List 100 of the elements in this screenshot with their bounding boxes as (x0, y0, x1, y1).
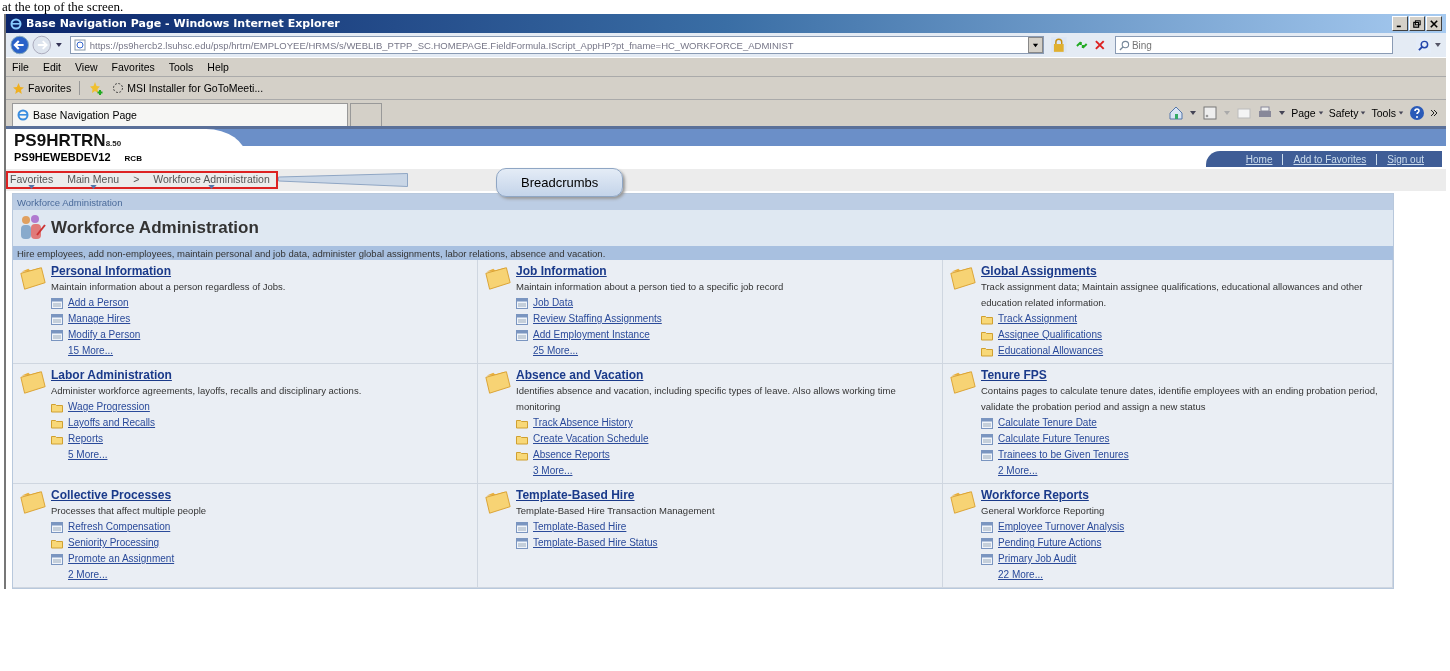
menu-link[interactable]: Layoffs and Recalls (68, 415, 156, 431)
close-icon (1430, 19, 1438, 28)
app-name: PS9HRTRN (14, 131, 106, 151)
page-icon (981, 417, 993, 429)
menu-link[interactable]: Modify a Person (68, 327, 141, 343)
search-input[interactable]: Bing (1129, 38, 1384, 52)
menu-link[interactable]: Calculate Tenure Date (998, 415, 1097, 431)
page-icon (51, 329, 63, 341)
more-link[interactable]: 22 More... (998, 567, 1125, 583)
menu-link[interactable]: Calculate Future Tenures (998, 431, 1110, 447)
caret-icon[interactable] (1189, 109, 1198, 117)
more-link[interactable]: 2 More... (68, 567, 207, 583)
section-description: Administer workforce agreements, layoffs, recalls and disciplinary actions. (51, 384, 362, 398)
menu-link[interactable]: Educational Allowances (998, 343, 1104, 359)
header-link[interactable]: Home (1235, 153, 1283, 165)
menu-link[interactable]: Add Employment Instance (533, 327, 650, 343)
section-description: Processes that affect multiple people (51, 504, 207, 518)
help-icon[interactable] (1409, 105, 1425, 121)
bookmark-link[interactable]: MSI Installer for GoToMeeti... (112, 82, 264, 94)
section-title-link[interactable]: Job Information (516, 264, 784, 279)
chevron-icon[interactable] (1430, 109, 1438, 117)
page-icon (516, 521, 528, 533)
menu-link[interactable]: Trainees to be Given Tenures (998, 447, 1129, 463)
breadcrumb-link[interactable]: Favorites (10, 174, 54, 189)
menu-link[interactable]: Review Staffing Assignments (533, 311, 662, 327)
search-button[interactable] (1415, 37, 1432, 53)
caret-icon[interactable] (1278, 109, 1287, 117)
header-link[interactable]: Sign out (1376, 153, 1434, 165)
browser-logo-icon (17, 109, 29, 121)
more-link[interactable]: 5 More... (68, 447, 362, 463)
menu-link[interactable]: Create Vacation Schedule (533, 431, 649, 447)
menu-link[interactable]: Manage Hires (68, 311, 131, 327)
restore-button[interactable] (1409, 16, 1425, 31)
page-icon (516, 313, 528, 325)
caret-icon (1032, 41, 1040, 49)
menu-link[interactable]: Template-Based Hire Status (533, 535, 658, 551)
command-menu[interactable]: Tools (1371, 107, 1404, 119)
document-caption: at the top of the screen. (1, 0, 125, 14)
close-button[interactable] (1426, 16, 1442, 31)
restore-icon (1413, 19, 1421, 28)
menu-item[interactable]: Edit (42, 61, 61, 73)
menu-link[interactable]: Primary Job Audit (998, 551, 1077, 567)
folder-icon (19, 264, 47, 292)
favorites-button[interactable]: Favorites (12, 81, 72, 95)
section-description: Template-Based Hire Transaction Management (516, 504, 715, 518)
section-title-link[interactable]: Labor Administration (51, 368, 362, 383)
menu-link[interactable]: Pending Future Actions (998, 535, 1102, 551)
header-link[interactable]: Add to Favorites (1282, 153, 1377, 165)
folder-icon (981, 345, 993, 357)
menu-item[interactable]: File (12, 61, 29, 73)
search-field[interactable]: Bing (1114, 36, 1393, 54)
caret-icon[interactable] (1434, 41, 1443, 49)
section-title-link[interactable]: Template-Based Hire (516, 488, 715, 503)
more-link[interactable]: 3 More... (533, 463, 936, 479)
menu-link[interactable]: Refresh Compensation (68, 519, 171, 535)
menu-link[interactable]: Reports (68, 431, 103, 447)
menu-item[interactable]: Help (207, 61, 229, 73)
command-menu[interactable]: Page (1291, 107, 1324, 119)
page-icon (516, 537, 528, 549)
section-title-link[interactable]: Collective Processes (51, 488, 207, 503)
dropdown-button[interactable] (1028, 37, 1044, 53)
folder-icon (516, 433, 528, 445)
section-title-link[interactable]: Personal Information (51, 264, 286, 279)
menu-item[interactable]: Favorites (111, 61, 155, 73)
window-title: Base Navigation Page - Windows Internet Explorer (26, 17, 340, 30)
menu-link[interactable]: Assignee Qualifications (998, 327, 1102, 343)
menu-link[interactable]: Promote an Assignment (68, 551, 175, 567)
section-title-link[interactable]: Global Assignments (981, 264, 1386, 279)
folder-icon (949, 368, 977, 396)
section-title-link[interactable]: Tenure FPS (981, 368, 1386, 383)
menu-link[interactable]: Seniority Processing (68, 535, 160, 551)
command-menu[interactable]: Safety (1328, 107, 1367, 119)
more-link[interactable]: 25 More... (533, 343, 784, 359)
folder-icon (484, 488, 512, 516)
page-icon (51, 297, 63, 309)
breadcrumb-link[interactable]: Main Menu (67, 174, 120, 189)
menu-link[interactable]: Employee Turnover Analysis (998, 519, 1125, 535)
menu-item[interactable]: View (75, 61, 98, 73)
menu-link[interactable]: Template-Based Hire (533, 519, 627, 535)
section-title-link[interactable]: Absence and Vacation (516, 368, 936, 383)
menu-item[interactable]: Tools (168, 61, 194, 73)
browser-tab[interactable]: Base Navigation Page (12, 103, 348, 126)
folder-icon (949, 488, 977, 516)
minimize-button[interactable] (1392, 16, 1408, 31)
menu-link[interactable]: Add a Person (68, 295, 129, 311)
caret-icon[interactable] (54, 41, 63, 49)
menu-link[interactable]: Absence Reports (533, 447, 610, 463)
menu-link[interactable]: Track Assignment (998, 311, 1078, 327)
more-link[interactable]: 15 More... (68, 343, 286, 359)
section-title-link[interactable]: Workforce Reports (981, 488, 1125, 503)
breadcrumb-separator: > (133, 174, 140, 185)
back-button[interactable] (10, 35, 30, 55)
menu-link[interactable]: Wage Progression (68, 399, 150, 415)
folder-icon (516, 449, 528, 461)
menu-link[interactable]: Job Data (533, 295, 574, 311)
menu-link[interactable]: Track Absence History (533, 415, 633, 431)
more-link[interactable]: 2 More... (998, 463, 1386, 479)
home-icon[interactable] (1168, 105, 1185, 121)
address-field[interactable]: https://ps9hercb2.lsuhsc.edu/psp/hrtrn/EMPLOYEE/HRMS/s/WEBLIB_PTPP_SC.HOMEPAGE.FieldFormula.IScript_AppHP?pt_fname=HC_WORKFORCE_ADMINIST (69, 36, 1045, 54)
breadcrumb-link[interactable]: Workforce Administration (153, 174, 270, 189)
